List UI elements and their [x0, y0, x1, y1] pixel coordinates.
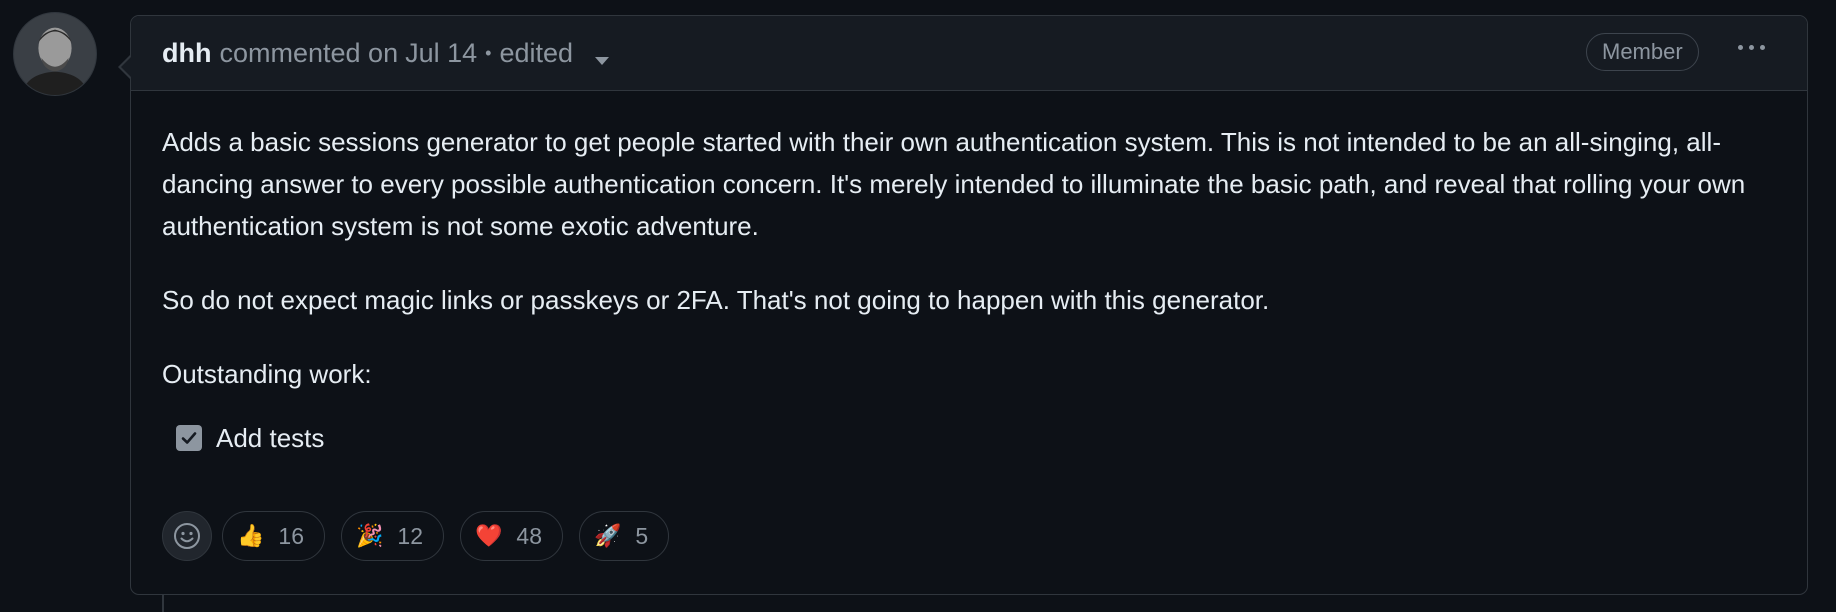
- thumbs-up-icon: 👍: [237, 523, 265, 549]
- reaction-count: 12: [397, 522, 423, 549]
- comment-date-link[interactable]: Jul 14: [405, 38, 477, 69]
- rocket-icon: 🚀: [594, 523, 622, 549]
- separator-dot: •: [485, 42, 492, 63]
- reaction-hooray-button[interactable]: 🎉 12: [341, 511, 444, 561]
- heart-icon: ❤️: [475, 523, 503, 549]
- reactions-bar: 👍 16 🎉 12 ❤️ 48 🚀 5: [162, 511, 685, 561]
- task-checkbox[interactable]: [176, 425, 202, 451]
- comment-paragraph: Adds a basic sessions generator to get p…: [162, 127, 1746, 241]
- reaction-rocket-button[interactable]: 🚀 5: [579, 511, 670, 561]
- chevron-down-icon: [594, 56, 609, 65]
- reaction-count: 16: [278, 522, 304, 549]
- reaction-heart-button[interactable]: ❤️ 48: [460, 511, 563, 561]
- author-link[interactable]: dhh: [162, 38, 211, 69]
- edited-label: edited: [499, 37, 574, 68]
- more-options-button[interactable]: [1731, 32, 1771, 62]
- comment-body: Adds a basic sessions generator to get p…: [131, 91, 1807, 459]
- reaction-count: 5: [635, 522, 649, 549]
- avatar[interactable]: [13, 12, 97, 96]
- comment-paragraph: Outstanding work:: [162, 359, 372, 389]
- reaction-thumbs-up-button[interactable]: 👍 16: [222, 511, 325, 561]
- comment-action: commented on: [219, 37, 399, 68]
- reaction-count: 48: [516, 522, 542, 549]
- avatar-image: [14, 13, 96, 95]
- edited-dropdown[interactable]: edited: [499, 37, 609, 69]
- task-label: Add tests: [216, 423, 325, 453]
- member-badge: Member: [1586, 33, 1699, 71]
- comment-paragraph: So do not expect magic links or passkeys…: [162, 285, 1270, 315]
- party-popper-icon: 🎉: [356, 523, 384, 549]
- comment-box: dhh commented on Jul 14 • edited Member …: [118, 15, 1808, 595]
- comment-header: dhh commented on Jul 14 • edited Member: [131, 16, 1807, 91]
- smiley-icon: [174, 523, 200, 549]
- add-reaction-button[interactable]: [162, 511, 212, 561]
- checkmark-icon: [181, 432, 197, 444]
- task-list-item: Add tests: [176, 417, 1776, 459]
- kebab-dot-icon: [1737, 44, 1743, 50]
